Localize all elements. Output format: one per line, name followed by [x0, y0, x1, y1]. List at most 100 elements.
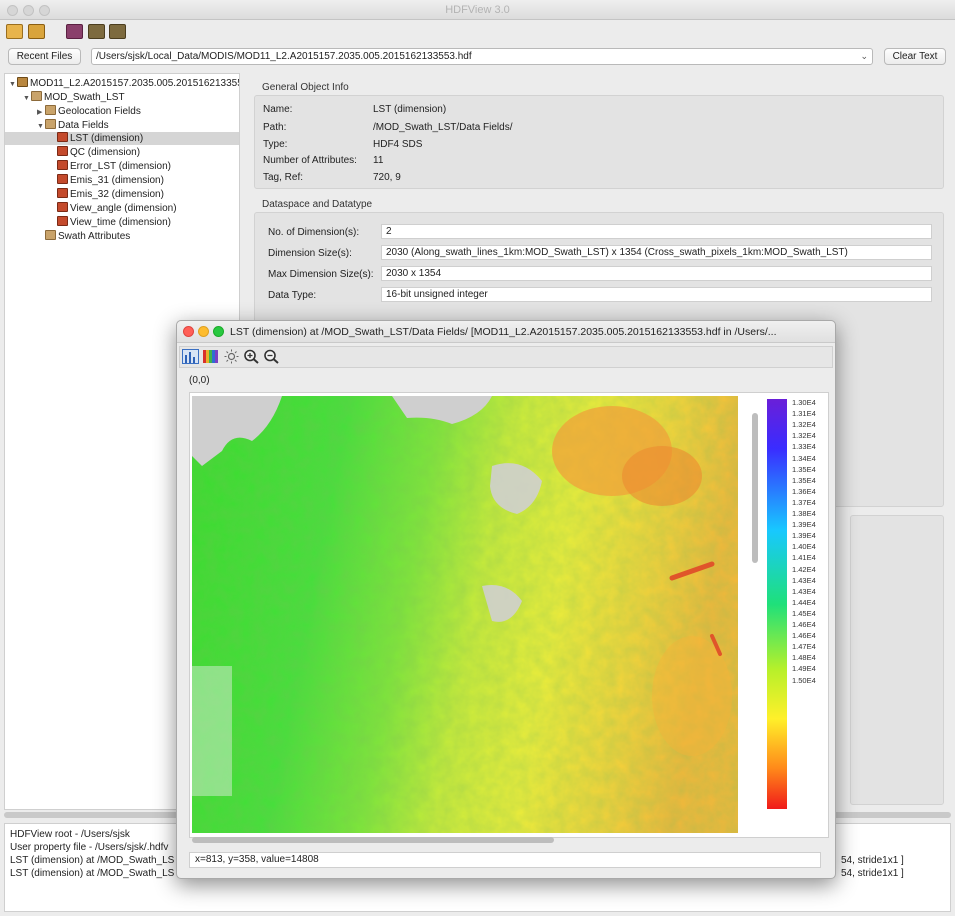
expanded-arrow-icon: ▼	[9, 81, 16, 88]
tree-swath[interactable]: ▼ MOD_Swath_LST	[23, 91, 125, 104]
path-label: Path:	[263, 122, 287, 133]
colorbar-tick-label: 1.33E4	[792, 442, 816, 452]
log-line-tail: 54, stride1x1 ]	[841, 868, 904, 879]
colorbar-tick-label: 1.41E4	[792, 553, 816, 563]
log-line: LST (dimension) at /MOD_Swath_LS	[10, 855, 175, 866]
dataset-icon	[57, 188, 68, 198]
general-info-group	[254, 95, 944, 189]
dataset-icon	[57, 146, 68, 156]
pixel-value-status: x=813, y=358, value=14808	[189, 852, 821, 868]
attributes-panel	[850, 515, 944, 805]
hdf4-library-icon[interactable]	[88, 24, 105, 39]
name-label: Name:	[263, 104, 293, 115]
tree-data-fields[interactable]: ▼ Data Fields	[37, 119, 109, 132]
colorbar-tick-label: 1.30E4	[792, 398, 816, 407]
image-window-title: LST (dimension) at /MOD_Swath_LST/Data F…	[230, 326, 777, 338]
colorbar-tick-label: 1.39E4	[792, 520, 816, 530]
file-path-select[interactable]: /Users/sjsk/Local_Data/MODIS/MOD11_L2.A2…	[91, 48, 873, 65]
colorbar-tick-label: 1.32E4	[792, 420, 816, 430]
colorbar-tick-label: 1.46E4	[792, 620, 816, 629]
zoom-window-button[interactable]	[213, 326, 224, 337]
tree-item-qc[interactable]: QC (dimension)	[57, 146, 140, 159]
folder-icon	[31, 91, 42, 101]
dim-size-label: Dimension Size(s):	[268, 248, 352, 259]
colorbar-tick-label: 1.47E4	[792, 642, 816, 652]
colorbar-tick-label: 1.40E4	[792, 542, 816, 552]
colorbar-tick-label: 1.38E4	[792, 509, 816, 518]
chevron-down-icon: ⌄	[860, 51, 868, 61]
tree-item-label: Emis_31 (dimension)	[70, 175, 164, 186]
tree-data-label: Data Fields	[58, 120, 109, 131]
clear-text-button[interactable]: Clear Text	[884, 48, 946, 65]
image-canvas-area[interactable]: 1.30E4 1.31E4 1.32E4 1.32E4 1.33E4 1.34E4 1.35…	[189, 392, 829, 838]
colorbar-tick-label: 1.45E4	[792, 608, 816, 618]
tree-item-label: Error_LST (dimension)	[70, 161, 171, 172]
tree-root[interactable]: ▼ MOD11_L2.A2015157.2035.005.201516213355…	[9, 77, 239, 90]
tree-geolocation[interactable]: ▶ Geolocation Fields	[37, 105, 141, 118]
tree-item-label: LST (dimension)	[70, 133, 144, 144]
tree-item-label: QC (dimension)	[70, 147, 141, 158]
tag-ref-label: Tag, Ref:	[263, 172, 304, 183]
colorbar-tick-label: 1.36E4	[792, 486, 816, 496]
folder-icon	[45, 230, 56, 240]
zoom-in-icon[interactable]	[243, 349, 260, 364]
tree-swath-attributes[interactable]: Swath Attributes	[45, 230, 130, 243]
tree-item-view-time[interactable]: View_time (dimension)	[57, 216, 171, 229]
tree-item-emis31[interactable]: Emis_31 (dimension)	[57, 174, 164, 187]
palette-icon[interactable]	[202, 349, 219, 364]
tree-item-emis32[interactable]: Emis_32 (dimension)	[57, 188, 164, 201]
folder-icon	[45, 105, 56, 115]
dataset-icon	[57, 174, 68, 184]
help-book-icon[interactable]	[66, 24, 83, 39]
tree-item-lst[interactable]: LST (dimension)	[5, 132, 239, 145]
minimize-window-button[interactable]	[198, 326, 209, 337]
expanded-arrow-icon: ▼	[23, 95, 30, 102]
tree-item-error-lst[interactable]: Error_LST (dimension)	[57, 160, 171, 173]
path-value: /MOD_Swath_LST/Data Fields/	[373, 122, 513, 133]
open-file-icon[interactable]	[6, 24, 23, 39]
colorbar-tick-label: 1.35E4	[792, 475, 816, 485]
dataset-icon	[57, 160, 68, 170]
name-value: LST (dimension)	[373, 104, 447, 115]
max-dim-size-field[interactable]: 2030 x 1354	[381, 266, 932, 281]
colorbar-tick-label: 1.37E4	[792, 497, 816, 507]
file-path-value: /Users/sjsk/Local_Data/MODIS/MOD11_L2.A2…	[96, 51, 472, 62]
histogram-icon[interactable]	[182, 349, 199, 364]
tree-item-label: View_time (dimension)	[70, 217, 171, 228]
log-line: User property file - /Users/sjsk/.hdfv	[10, 842, 169, 853]
tree-item-label: Emis_32 (dimension)	[70, 189, 164, 200]
image-viewer-window[interactable]: LST (dimension) at /MOD_Swath_LST/Data F…	[176, 320, 836, 879]
type-label: Type:	[263, 139, 288, 150]
dataset-icon	[57, 216, 68, 226]
hdf5-library-icon[interactable]	[109, 24, 126, 39]
dataset-icon	[57, 132, 68, 142]
colorbar-tick-label: 1.43E4	[792, 575, 816, 585]
data-type-field[interactable]: 16-bit unsigned integer	[381, 287, 932, 302]
horizontal-scrollbar[interactable]	[192, 837, 554, 843]
tree-item-label: View_angle (dimension)	[70, 203, 177, 214]
collapsed-arrow-icon: ▶	[37, 109, 43, 116]
dataspace-heading: Dataspace and Datatype	[262, 199, 373, 210]
zoom-out-icon[interactable]	[263, 349, 280, 364]
num-attributes-value: 11	[373, 155, 384, 166]
dataset-icon	[57, 202, 68, 212]
colorbar-tick-label: 1.50E4	[792, 675, 816, 685]
dim-size-field[interactable]: 2030 (Along_swath_lines_1km:MOD_Swath_LS…	[381, 245, 932, 260]
recent-files-button[interactable]: Recent Files	[8, 48, 81, 65]
general-info-heading: General Object Info	[262, 82, 349, 93]
new-file-icon[interactable]	[28, 24, 45, 39]
brightness-icon[interactable]	[223, 349, 240, 364]
close-window-button[interactable]	[183, 326, 194, 337]
colorbar-tick-label: 1.49E4	[792, 664, 816, 674]
hdf-file-icon	[17, 77, 28, 87]
vertical-scrollbar[interactable]	[752, 413, 758, 563]
num-dims-field[interactable]: 2	[381, 224, 932, 239]
tree-item-view-angle[interactable]: View_angle (dimension)	[57, 202, 177, 215]
colorbar-tick-label: 1.44E4	[792, 597, 816, 607]
colorbar-tick-label: 1.46E4	[792, 631, 816, 641]
type-value: HDF4 SDS	[373, 139, 423, 150]
colorbar-tick-label: 1.31E4	[792, 409, 816, 419]
tree-root-label: MOD11_L2.A2015157.2035.005.2015162133553…	[30, 78, 239, 89]
num-dims-label: No. of Dimension(s):	[268, 227, 360, 238]
lst-image[interactable]	[192, 396, 738, 833]
